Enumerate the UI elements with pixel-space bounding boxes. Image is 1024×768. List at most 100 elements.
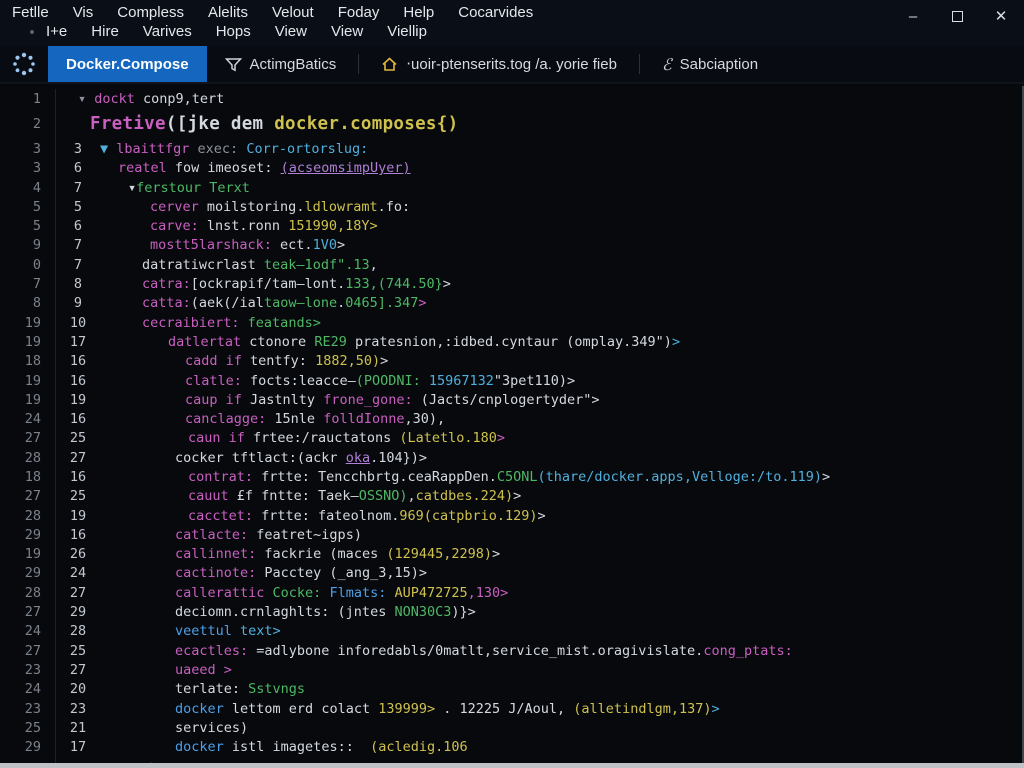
spinner-icon	[11, 51, 37, 77]
code-line-18[interactable]: 2725caun if frtee:/rauctatons (Latetlo.1…	[0, 429, 1024, 448]
code-line-20[interactable]: 1816contrat: frtte: Tencchbrtg.ceaRappDe…	[0, 467, 1024, 486]
code-text: docker lettom erd colact 139999> . 12225…	[175, 701, 720, 717]
code-line-14[interactable]: 1816cadd if tentfy: 1882,50)>	[0, 352, 1024, 371]
app-window: { "titlebar": { "menu_row1": ["Fetlle", …	[0, 0, 1024, 768]
line-number: 8	[0, 294, 56, 313]
code-line-30[interactable]: 2327uaeed >	[0, 660, 1024, 679]
line-number: 1	[0, 89, 56, 108]
code-line-5[interactable]: 47▾ferstour Terxt	[0, 178, 1024, 197]
token: oka	[346, 450, 370, 466]
code-line-9[interactable]: 07datratiwcrlast teak—1odf".13,	[0, 255, 1024, 274]
line-number: 29	[0, 525, 56, 544]
menu-item-view[interactable]: View	[319, 22, 375, 41]
token: docker	[175, 701, 224, 717]
code-line-23[interactable]: 2916catlacte: featret~igps)	[0, 525, 1024, 544]
code-line-32[interactable]: 2323docker lettom erd colact 139999> . 1…	[0, 699, 1024, 718]
line-number: 9	[0, 236, 56, 255]
token: NON30C3	[394, 604, 451, 620]
code-line-31[interactable]: 2420terlate: Sstvngs	[0, 680, 1024, 699]
token: canclagge:	[185, 411, 266, 427]
menu-item-help[interactable]: Help	[391, 3, 446, 22]
code-line-19[interactable]: 2827cocker tftlact:(ackr oka.104})>	[0, 448, 1024, 467]
code-line-15[interactable]: 1916clatle: focts:leacce–(POODNI: 159671…	[0, 371, 1024, 390]
token: ctonore	[241, 334, 314, 350]
code-line-2[interactable]: 2Fretive([jke dem docker.composes{)	[0, 108, 1024, 139]
token: taow—lone	[264, 295, 337, 311]
token: datratiwcrlast	[142, 257, 264, 273]
menu-item-i-e[interactable]: I+e	[34, 22, 79, 41]
tab-actimgbatics[interactable]: ActimgBatics	[207, 46, 355, 82]
tab-docker-compose[interactable]: Docker.Compose	[48, 46, 207, 82]
code-text: carve: lnst.ronn 151990,18Y>	[150, 218, 378, 234]
code-line-6[interactable]: 55cerver moilstoring.ldlowramt.fo:	[0, 197, 1024, 216]
secondary-line-number: 27	[56, 585, 100, 601]
token: ▼	[100, 141, 116, 157]
token: cactinote:	[175, 565, 256, 581]
code-line-16[interactable]: 1919caup if Jastnlty frone_gone: (Jacts/…	[0, 390, 1024, 409]
code-text: cactinote: Pacctey (_ang_3,15)>	[175, 565, 427, 581]
line-number: 19	[0, 313, 56, 332]
secondary-line-number: 20	[56, 681, 100, 697]
code-line-10[interactable]: 78catra:[ockrapif/tam—lont.133,(744.50}>	[0, 274, 1024, 293]
script-e-icon: ℰ	[662, 55, 672, 74]
secondary-line-number: 19	[56, 508, 100, 524]
token: 151990,18Y>	[288, 218, 377, 234]
token: datlertat	[168, 334, 241, 350]
code-line-29[interactable]: 2725ecactles: =adlybone inforedabls/0mat…	[0, 641, 1024, 660]
line-number: 0	[0, 255, 56, 274]
code-editor[interactable]: 1▾ dockt conp9,tert2Fretive([jke dem doc…	[0, 86, 1024, 763]
line-number: 23	[0, 699, 56, 718]
menu-item-alelits[interactable]: Alelits	[196, 3, 260, 22]
token: fow imeoset:	[167, 160, 281, 176]
code-line-33[interactable]: 2521services)	[0, 718, 1024, 737]
horizontal-scrollbar[interactable]	[0, 763, 1024, 768]
code-line-12[interactable]: 1910cecraibiert: featands>	[0, 313, 1024, 332]
token: 15nle	[266, 411, 323, 427]
secondary-line-number: 17	[56, 334, 100, 350]
code-line-3[interactable]: 33▼ lbaittfgr exec: Corr-ortorslug:	[0, 139, 1024, 158]
code-line-24[interactable]: 1926callinnet: fackrie (maces (129445,22…	[0, 545, 1024, 564]
menu-item-foday[interactable]: Foday	[326, 3, 392, 22]
menu-item-hire[interactable]: Hire	[79, 22, 131, 41]
menu-item-cocarvides[interactable]: Cocarvides	[446, 3, 545, 22]
token: contrat:	[188, 469, 253, 485]
menu-item-velout[interactable]: Velout	[260, 3, 326, 22]
code-line-8[interactable]: 97mostt5larshack: ect.1V0>	[0, 236, 1024, 255]
code-line-11[interactable]: 89catta:(aek(/ialtaow—lone.0465].347>	[0, 294, 1024, 313]
menu-item-viellip[interactable]: Viellip	[375, 22, 439, 41]
code-line-21[interactable]: 2725cauut £f fntte: Taek–OSSNO),catdbes.…	[0, 487, 1024, 506]
code-line-22[interactable]: 2819cacctet: frtte: fateolnom.969(catpbr…	[0, 506, 1024, 525]
menu-item-fetlle[interactable]: Fetlle	[0, 3, 61, 22]
token: >	[711, 701, 719, 717]
maximize-button[interactable]	[942, 4, 972, 28]
token: (Jacts/cnplogertyder">	[413, 392, 600, 408]
code-line-34[interactable]: 2917docker istl imagetes:: (acledig.106	[0, 738, 1024, 757]
token: >	[337, 237, 345, 253]
code-text: services)	[175, 720, 248, 736]
token: "3pet110)>	[494, 373, 575, 389]
code-line-4[interactable]: 36reatel fow imeoset: (acseomsimpUyer)	[0, 159, 1024, 178]
token: >	[822, 469, 830, 485]
code-line-7[interactable]: 56carve: lnst.ronn 151990,18Y>	[0, 216, 1024, 235]
token: cacctet:	[188, 508, 253, 524]
code-line-13[interactable]: 1917datlertat ctonore RE29 pratesnion,:i…	[0, 332, 1024, 351]
code-text: docker istl imagetes:: (acledig.106	[175, 739, 468, 755]
code-line-1[interactable]: 1▾ dockt conp9,tert	[0, 89, 1024, 108]
menu-item-hops[interactable]: Hops	[204, 22, 263, 41]
menu-item-view[interactable]: View	[263, 22, 319, 41]
close-button[interactable]: ✕	[986, 4, 1016, 28]
code-line-25[interactable]: 2924cactinote: Pacctey (_ang_3,15)>	[0, 564, 1024, 583]
code-line-26[interactable]: 2827callerattic Cocke: Flmats: AUP472725…	[0, 583, 1024, 602]
tab-sabciaption[interactable]: ℰSabciaption	[644, 46, 776, 82]
menu-item-compless[interactable]: Compless	[105, 3, 196, 22]
token: moilstoring.	[199, 199, 305, 215]
code-line-27[interactable]: 2729deciomn.crnlaghlts: (jntes NON30C3)}…	[0, 602, 1024, 621]
minimize-button[interactable]: –	[898, 4, 928, 28]
menu-item-varives[interactable]: Varives	[131, 22, 204, 41]
token: terlate:	[175, 681, 248, 697]
code-line-28[interactable]: 2428veettul text>	[0, 622, 1024, 641]
code-line-17[interactable]: 2416canclagge: 15nle folldIonne,30),	[0, 409, 1024, 428]
menu-item-vis[interactable]: Vis	[61, 3, 106, 22]
tab-uoir-ptenserits-tog-a-yorie-fieb[interactable]: ‧uoir-ptenserits.tog /a. yorie fieb	[363, 46, 635, 82]
code-text: cerver moilstoring.ldlowramt.fo:	[150, 199, 410, 215]
